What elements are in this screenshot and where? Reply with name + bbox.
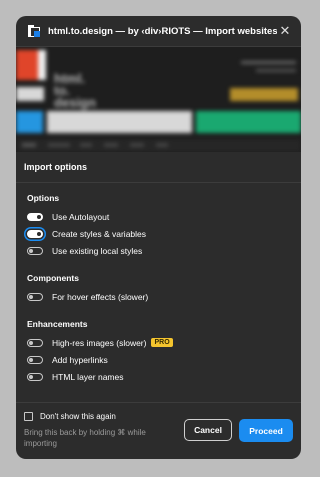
components-group-title: Components bbox=[27, 273, 79, 283]
option-use-existing-local-styles[interactable]: Use existing local styles bbox=[16, 242, 301, 259]
dont-show-again-option[interactable]: Don't show this again bbox=[24, 412, 116, 421]
html-to-design-logo-icon bbox=[28, 25, 40, 37]
option-label: For hover effects (slower) bbox=[52, 291, 149, 302]
add-hyperlinks-toggle[interactable] bbox=[27, 355, 43, 364]
dont-show-again-label: Don't show this again bbox=[40, 412, 116, 421]
html-layer-names-toggle[interactable] bbox=[27, 372, 43, 381]
pro-badge: PRO bbox=[151, 338, 173, 347]
hover-effects-toggle[interactable] bbox=[27, 292, 43, 301]
option-use-autolayout[interactable]: Use Autolayout bbox=[16, 208, 301, 225]
cancel-button[interactable]: Cancel bbox=[184, 419, 232, 441]
option-label: High-res images (slower) bbox=[52, 337, 147, 348]
options-group: Options Use Autolayout Create styles & v… bbox=[16, 193, 301, 259]
preview-hero-text: html. to. design bbox=[54, 71, 96, 110]
window-title: html.to.design — by ‹div›RIOTS — Import … bbox=[48, 25, 277, 37]
components-group: Components For hover effects (slower) bbox=[16, 273, 301, 305]
dont-show-again-checkbox[interactable] bbox=[24, 412, 33, 421]
option-label: Create styles & variables bbox=[52, 228, 147, 239]
import-options-header: Import options bbox=[16, 152, 301, 183]
title-bar: html.to.design — by ‹div›RIOTS — Import … bbox=[16, 16, 301, 47]
option-label: Use Autolayout bbox=[52, 211, 110, 222]
options-group-title: Options bbox=[27, 193, 60, 203]
option-high-res-images[interactable]: High-res images (slower) PRO bbox=[16, 334, 301, 351]
close-icon[interactable]: ✕ bbox=[277, 23, 293, 39]
website-preview: html. to. design bbox=[16, 47, 301, 152]
option-label: Use existing local styles bbox=[52, 245, 143, 256]
high-res-images-toggle[interactable] bbox=[27, 338, 43, 347]
restore-hint-text: Bring this back by holding ⌘ while impor… bbox=[24, 428, 146, 448]
option-create-styles-variables[interactable]: Create styles & variables bbox=[16, 225, 301, 242]
plugin-window: html.to.design — by ‹div›RIOTS — Import … bbox=[16, 16, 301, 459]
preview-blurred-content: html. to. design bbox=[16, 47, 301, 152]
use-existing-local-styles-toggle[interactable] bbox=[27, 246, 43, 255]
create-styles-variables-toggle[interactable] bbox=[27, 229, 43, 238]
option-label: HTML layer names bbox=[52, 371, 124, 382]
enhancements-group-title: Enhancements bbox=[27, 319, 88, 329]
option-label: Add hyperlinks bbox=[52, 354, 108, 365]
dialog-footer: Don't show this again Bring this back by… bbox=[16, 402, 301, 459]
option-html-layer-names[interactable]: HTML layer names bbox=[16, 368, 301, 385]
proceed-button[interactable]: Proceed bbox=[239, 419, 293, 442]
use-autolayout-toggle[interactable] bbox=[27, 212, 43, 221]
option-add-hyperlinks[interactable]: Add hyperlinks bbox=[16, 351, 301, 368]
enhancements-group: Enhancements High-res images (slower) PR… bbox=[16, 319, 301, 385]
option-hover-effects[interactable]: For hover effects (slower) bbox=[16, 288, 301, 305]
